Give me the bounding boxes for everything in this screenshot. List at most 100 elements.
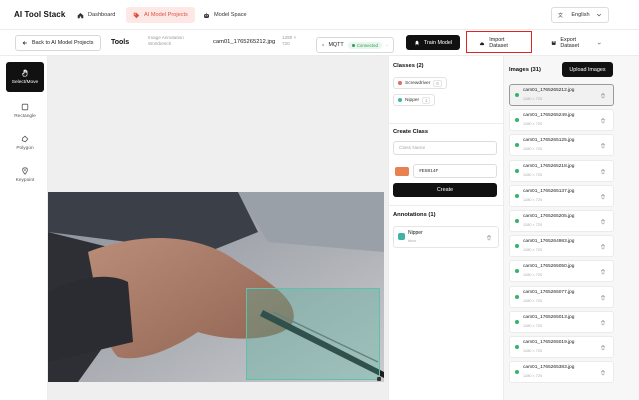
annotation-item[interactable]: Nipper bbox (393, 226, 499, 248)
trash-icon[interactable] (600, 218, 606, 225)
status-dot (515, 269, 519, 274)
color-hex-input[interactable]: #E8814F (413, 164, 497, 178)
image-dims: 1280 × 720 (523, 298, 543, 303)
image-list-item[interactable]: cam01_1765265205.jpg 1280 × 720 (509, 210, 614, 232)
image-dims: 1280 × 720 (523, 323, 543, 328)
polygon-icon (21, 135, 29, 143)
image-list-item[interactable]: cam01_1765265137.jpg 1280 × 720 (509, 184, 614, 207)
language-select[interactable]: 文 English (551, 7, 609, 23)
back-button[interactable]: Back to AI Model Projects (15, 35, 101, 51)
image-dims: 1280 × 720 (523, 349, 543, 353)
status-dot (515, 143, 519, 148)
image-dims: 1280 × 720 (523, 248, 543, 253)
tool-keypoint[interactable]: Keypoint (6, 160, 44, 190)
status-dot (515, 193, 519, 198)
tool-label: Select/Move (11, 80, 39, 85)
image-dims: 1280 × 720 (523, 223, 543, 227)
image-filename: cam01_1765264983.jpg (523, 239, 575, 245)
nav-tab-dashboard[interactable]: Dashboard (70, 7, 122, 23)
mqtt-status[interactable]: MQTT Connected (316, 37, 394, 53)
image-filename: cam01_1765265383.jpg (523, 365, 575, 371)
workspace-title-line: Workbench (148, 41, 172, 46)
image-filename: cam01_1765265137.jpg (523, 188, 575, 194)
mqtt-label: MQTT (328, 42, 344, 48)
image-dims: 1280 × 720 (523, 122, 543, 127)
app-logo[interactable]: AI Tool Stack (14, 10, 65, 19)
annotation-canvas[interactable] (48, 56, 388, 400)
chevron-down-icon (386, 44, 388, 46)
trash-icon[interactable] (486, 234, 492, 241)
divider (389, 205, 503, 206)
nav-tab-label: Model Space (214, 12, 247, 18)
image-list-item[interactable]: cam01_1765265383.jpg 1280 × 720 (509, 361, 614, 384)
image-list-item[interactable]: cam01_1765264983.jpg 1280 × 720 (509, 235, 614, 258)
nav-tab-model-space[interactable]: Model Space (196, 7, 254, 23)
tool-label: Polygon (16, 146, 34, 151)
create-class-button[interactable]: Create (393, 183, 497, 197)
class-count: 1 (422, 96, 431, 104)
top-nav: AI Tool Stack Dashboard AI Model Project… (0, 0, 639, 30)
image-dims: 1280 × 720 (523, 97, 543, 101)
image-list-item[interactable]: cam01_1765265013.jpg 1280 × 720 (509, 310, 614, 333)
trash-icon[interactable] (600, 168, 606, 175)
annotation-type: bbox (408, 239, 417, 243)
create-class-title: Create Class (393, 129, 429, 135)
class-label: Nipper (405, 97, 420, 103)
image-filename: cam01_1765265125.jpg (523, 138, 575, 144)
pin-icon (22, 167, 28, 175)
export-dataset-button[interactable]: Export Dataset (544, 35, 608, 51)
connected-badge: Connected (347, 41, 382, 49)
class-name-input[interactable]: Class Name (393, 141, 497, 155)
info-icon (322, 43, 325, 47)
status-dot (515, 319, 519, 324)
trash-icon[interactable] (600, 193, 606, 200)
class-chip-screwdriver[interactable]: Screwdriver 0 (393, 77, 447, 89)
create-button-label: Create (436, 187, 454, 193)
trash-icon[interactable] (600, 294, 606, 301)
upload-images-label: Upload Images (569, 66, 606, 73)
nav-tab-ai-model-projects[interactable]: AI Model Projects (126, 7, 195, 23)
image-list-item[interactable]: cam01_1765265050.jpg 1280 × 720 (509, 260, 614, 283)
svg-text:文: 文 (558, 12, 563, 19)
trash-icon[interactable] (600, 117, 606, 124)
trash-icon[interactable] (600, 369, 606, 376)
image-filename: cam01_1765265205.jpg (523, 214, 575, 219)
color-swatch[interactable] (395, 167, 409, 176)
image-dims: 1280 × 720 (523, 197, 543, 202)
class-chip-nipper[interactable]: Nipper 1 (393, 94, 436, 106)
tag-icon (133, 12, 140, 18)
image-list-item[interactable]: cam01_1765265019.jpg 1280 × 720 (509, 336, 614, 358)
train-model-label: Train Model (423, 39, 453, 46)
class-color-dot (398, 98, 402, 102)
image-dims: 1280 × 720 (523, 273, 543, 278)
divider (389, 123, 503, 124)
nipper-bounding-box[interactable] (246, 288, 381, 381)
tool-label: Keypoint (15, 178, 35, 183)
current-filename: cam01_1765265212.jpg (213, 39, 276, 45)
resize-handle[interactable] (377, 377, 381, 381)
image-list-item[interactable]: cam01_1765265249.jpg 1280 × 720 (509, 109, 614, 132)
image-dims: 1280 × 720 (523, 147, 543, 152)
workbench-toolbar: Back to AI Model Projects Tools Image An… (0, 30, 639, 56)
image-list-item[interactable]: cam01_1765265125.jpg 1280 × 720 (509, 134, 614, 157)
trash-icon[interactable] (600, 142, 606, 149)
trash-icon[interactable] (600, 92, 606, 99)
upload-images-button[interactable]: Upload Images (562, 62, 613, 77)
trash-icon[interactable] (600, 243, 606, 250)
tool-polygon[interactable]: Polygon (6, 128, 44, 158)
image-list-item[interactable]: cam01_1765265218.jpg 1280 × 720 (509, 159, 614, 182)
trash-icon[interactable] (600, 268, 606, 275)
images-title: Images (31) (509, 67, 541, 73)
rectangle-icon (21, 103, 29, 111)
arrow-left-icon (22, 41, 27, 45)
color-hex-value: #E8814F (419, 168, 439, 174)
image-list-item[interactable]: cam01_1765265212.jpg 1280 × 720 (509, 84, 614, 106)
tool-rectangle[interactable]: Rectangle (6, 96, 44, 126)
trash-icon[interactable] (600, 344, 606, 351)
tool-select-move[interactable]: Select/Move (6, 62, 44, 92)
class-name-placeholder: Class Name (399, 145, 426, 151)
train-model-button[interactable]: Train Model (406, 35, 460, 50)
dims-line: 720 (282, 41, 290, 46)
trash-icon[interactable] (600, 319, 606, 326)
image-list-item[interactable]: cam01_1765265077.jpg 1280 × 720 (509, 285, 614, 308)
